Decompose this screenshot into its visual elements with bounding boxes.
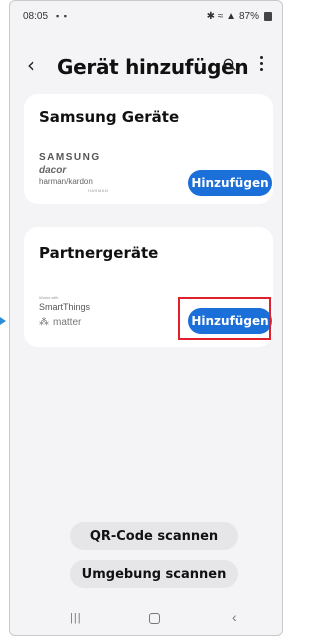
app-header: ‹ Gerät hinzufügen xyxy=(10,51,282,81)
matter-label: matter xyxy=(53,317,82,328)
matter-icon: ⁂ xyxy=(39,317,49,328)
battery-icon xyxy=(264,12,272,21)
more-options-icon[interactable] xyxy=(260,56,264,72)
add-samsung-device-button[interactable]: Hinzufügen xyxy=(188,170,272,196)
status-indicators: ✱ ≈ ▲ 87% xyxy=(207,11,272,22)
section-title: Samsung Geräte xyxy=(39,108,180,126)
highlight-annotation xyxy=(178,297,271,340)
qr-code-scan-button[interactable]: QR-Code scannen xyxy=(70,522,238,550)
section-title: Partnergeräte xyxy=(39,244,159,262)
nav-back-icon[interactable]: ‹ xyxy=(232,609,237,625)
harman-logo: HARMAN xyxy=(88,188,109,193)
nearby-scan-button[interactable]: Umgebung scannen xyxy=(70,560,238,588)
signal-icons: ✱ ≈ ▲ xyxy=(206,11,236,22)
works-with-label: Works with xyxy=(39,295,59,300)
matter-logo: ⁂ matter xyxy=(39,317,81,328)
back-arrow-icon[interactable]: ‹ xyxy=(27,53,35,77)
home-icon[interactable] xyxy=(149,613,160,624)
battery-percent: 87% xyxy=(238,11,259,22)
notification-icons: ▪ ▪ xyxy=(56,11,68,21)
dacor-logo: dacor xyxy=(39,165,67,176)
smartthings-logo: SmartThings xyxy=(39,302,91,312)
search-icon[interactable] xyxy=(223,58,236,71)
pointer-arrow-icon xyxy=(0,317,6,325)
samsung-logo: SAMSUNG xyxy=(39,152,101,163)
page-title: Gerät hinzufügen xyxy=(57,55,249,79)
samsung-devices-card: Samsung Geräte SAMSUNG dacor harman/kard… xyxy=(24,94,273,204)
harman-kardon-logo: harman/kardon xyxy=(39,177,93,186)
navigation-bar: ||| ‹ xyxy=(10,609,282,633)
recents-icon[interactable]: ||| xyxy=(70,612,82,624)
status-time: 08:05 xyxy=(23,11,49,22)
status-bar: 08:05 ▪ ▪ ✱ ≈ ▲ 87% xyxy=(10,1,282,31)
